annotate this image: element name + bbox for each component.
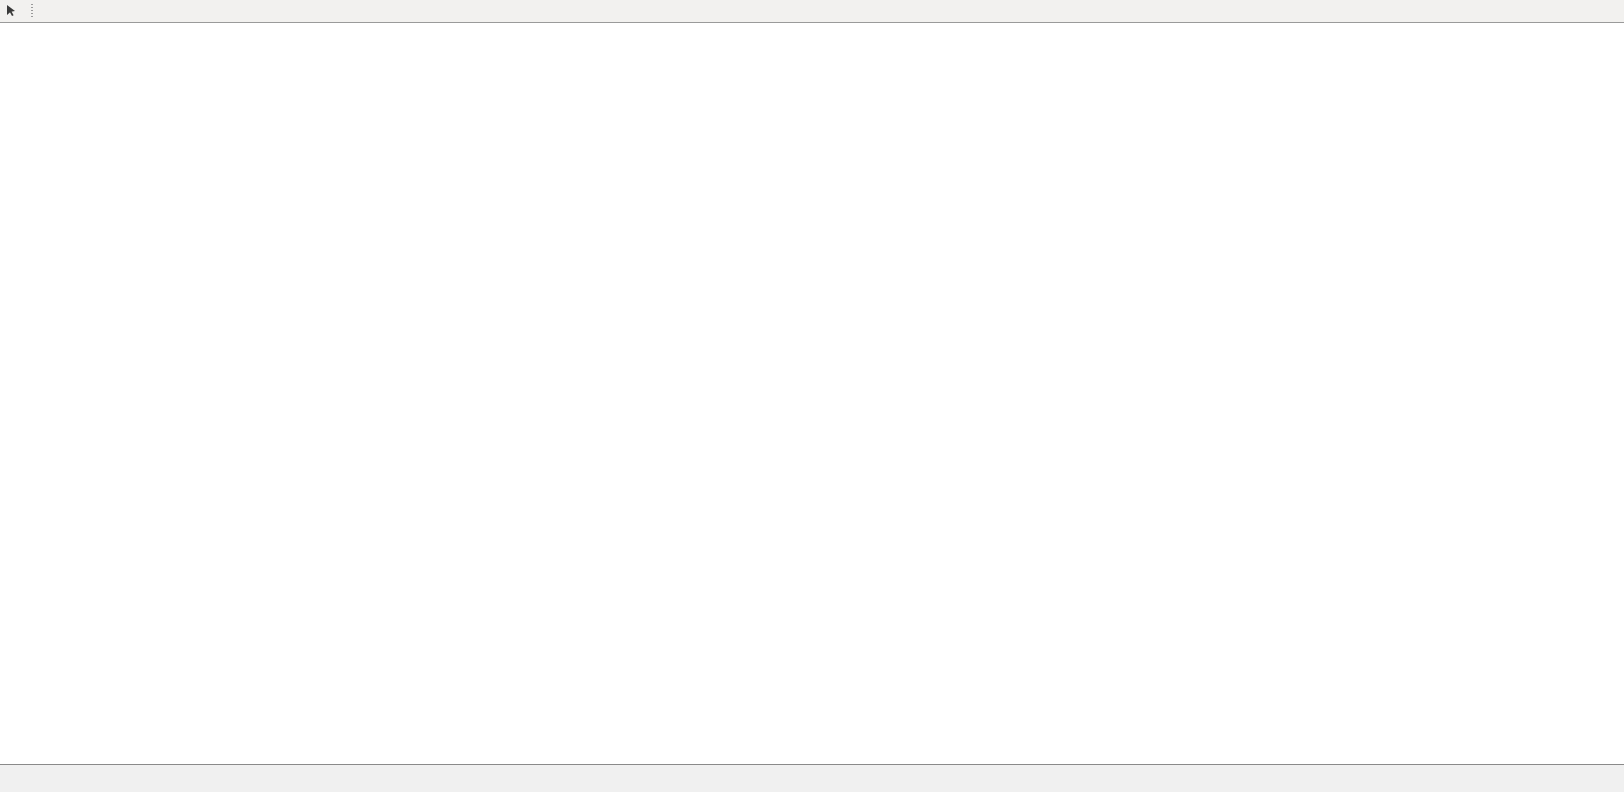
timeframe-toolbar xyxy=(0,0,1624,23)
chart-plot-area[interactable] xyxy=(0,23,1624,765)
cursor-icon-glyph xyxy=(4,4,18,18)
tab-scroll-arrows xyxy=(1609,765,1621,792)
chart-window xyxy=(0,22,1624,765)
chart-tab-bar xyxy=(0,764,1624,792)
cursor-dropdown-caret-icon[interactable] xyxy=(22,1,28,21)
chart-title xyxy=(7,30,26,44)
crosshair-cursor-icon[interactable] xyxy=(0,1,22,21)
toolbar-drag-handle[interactable] xyxy=(30,4,35,18)
mt4-window xyxy=(0,0,1624,792)
